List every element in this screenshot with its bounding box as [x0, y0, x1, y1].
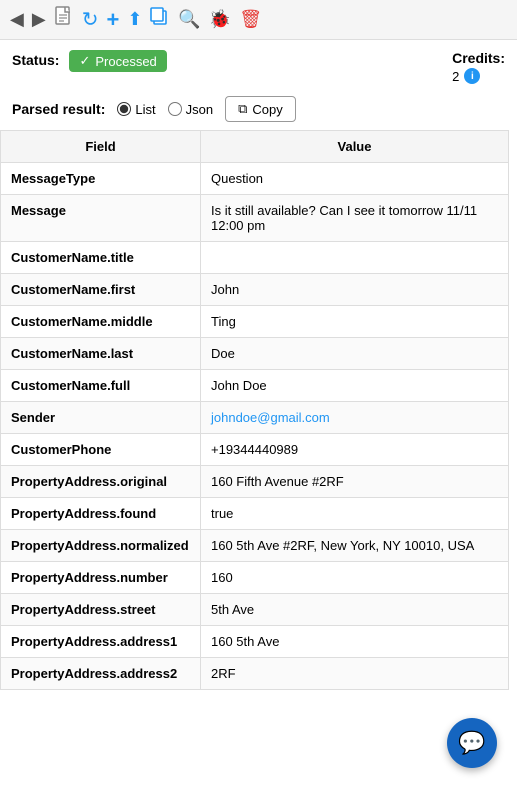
- copy2-icon[interactable]: [150, 7, 170, 32]
- field-cell: CustomerName.full: [1, 370, 201, 402]
- table-row: PropertyAddress.address1160 5th Ave: [1, 626, 509, 658]
- table-row: MessageTypeQuestion: [1, 163, 509, 195]
- value-cell: +19344440989: [201, 434, 509, 466]
- value-cell[interactable]: johndoe@gmail.com: [201, 402, 509, 434]
- copy-btn-label: Copy: [252, 102, 282, 117]
- value-cell: true: [201, 498, 509, 530]
- radio-group: List Json: [117, 102, 213, 117]
- list-radio[interactable]: [117, 102, 131, 116]
- table-row: PropertyAddress.original160 Fifth Avenue…: [1, 466, 509, 498]
- json-radio[interactable]: [168, 102, 182, 116]
- field-cell: Message: [1, 195, 201, 242]
- field-cell: PropertyAddress.address1: [1, 626, 201, 658]
- table-row: PropertyAddress.address22RF: [1, 658, 509, 690]
- upload-icon[interactable]: ⬆: [127, 9, 142, 30]
- chat-fab[interactable]: 💬: [447, 718, 497, 768]
- table-row: PropertyAddress.foundtrue: [1, 498, 509, 530]
- table-row: CustomerName.fullJohn Doe: [1, 370, 509, 402]
- table-row: MessageIs it still available? Can I see …: [1, 195, 509, 242]
- refresh-icon[interactable]: ↻: [82, 7, 99, 32]
- list-radio-label: List: [135, 102, 155, 117]
- bug-icon[interactable]: 🐞: [209, 9, 231, 30]
- value-cell: 5th Ave: [201, 594, 509, 626]
- field-cell: CustomerName.middle: [1, 306, 201, 338]
- json-radio-label: Json: [186, 102, 213, 117]
- table-row: CustomerName.title: [1, 242, 509, 274]
- field-cell: PropertyAddress.street: [1, 594, 201, 626]
- value-cell: Ting: [201, 306, 509, 338]
- value-cell: 160 5th Ave: [201, 626, 509, 658]
- value-cell: John: [201, 274, 509, 306]
- doc-icon[interactable]: [54, 6, 74, 33]
- value-cell: 2RF: [201, 658, 509, 690]
- field-cell: MessageType: [1, 163, 201, 195]
- field-cell: PropertyAddress.normalized: [1, 530, 201, 562]
- parsed-result-row: Parsed result: List Json ⧉ Copy: [0, 90, 517, 130]
- col-value: Value: [201, 131, 509, 163]
- value-cell: Question: [201, 163, 509, 195]
- data-table: Field Value MessageTypeQuestionMessageIs…: [0, 130, 509, 690]
- value-cell: [201, 242, 509, 274]
- table-row: CustomerName.lastDoe: [1, 338, 509, 370]
- value-cell: 160: [201, 562, 509, 594]
- table-row: CustomerName.firstJohn: [1, 274, 509, 306]
- email-link[interactable]: johndoe@gmail.com: [211, 410, 330, 425]
- value-cell: Doe: [201, 338, 509, 370]
- table-row: CustomerName.middleTing: [1, 306, 509, 338]
- field-cell: Sender: [1, 402, 201, 434]
- field-cell: PropertyAddress.found: [1, 498, 201, 530]
- field-cell: PropertyAddress.number: [1, 562, 201, 594]
- field-cell: CustomerName.first: [1, 274, 201, 306]
- field-cell: CustomerName.last: [1, 338, 201, 370]
- search-icon[interactable]: 🔍: [178, 9, 200, 30]
- status-row: Status: ✓ Processed Credits: 2 i: [0, 40, 517, 90]
- table-container: Field Value MessageTypeQuestionMessageIs…: [0, 130, 517, 690]
- table-row: PropertyAddress.street5th Ave: [1, 594, 509, 626]
- value-cell: 160 Fifth Avenue #2RF: [201, 466, 509, 498]
- table-row: PropertyAddress.number160: [1, 562, 509, 594]
- credits-label: Credits:: [452, 50, 505, 66]
- list-radio-option[interactable]: List: [117, 102, 155, 117]
- check-icon: ✓: [79, 53, 90, 69]
- field-cell: PropertyAddress.original: [1, 466, 201, 498]
- add-icon[interactable]: +: [106, 7, 119, 33]
- forward-icon[interactable]: ▶: [32, 9, 46, 30]
- field-cell: CustomerName.title: [1, 242, 201, 274]
- parsed-result-label: Parsed result:: [12, 101, 105, 117]
- chat-icon: 💬: [458, 730, 485, 756]
- credits-section: Credits: 2 i: [452, 50, 505, 84]
- value-cell: 160 5th Ave #2RF, New York, NY 10010, US…: [201, 530, 509, 562]
- toolbar: ◀ ▶ ↻ + ⬆ 🔍 🐞 🗑: [0, 0, 517, 40]
- field-cell: CustomerPhone: [1, 434, 201, 466]
- credits-value-row: 2 i: [452, 68, 505, 84]
- info-icon[interactable]: i: [464, 68, 480, 84]
- status-text: Processed: [95, 54, 156, 69]
- table-row: CustomerPhone+19344440989: [1, 434, 509, 466]
- value-cell: Is it still available? Can I see it tomo…: [201, 195, 509, 242]
- table-row: Sender johndoe@gmail.com: [1, 402, 509, 434]
- back-icon[interactable]: ◀: [10, 9, 24, 30]
- delete-icon[interactable]: 🗑: [239, 9, 262, 30]
- json-radio-option[interactable]: Json: [168, 102, 213, 117]
- copy-button[interactable]: ⧉ Copy: [225, 96, 296, 122]
- value-cell: John Doe: [201, 370, 509, 402]
- credits-number: 2: [452, 69, 459, 84]
- status-badge: ✓ Processed: [69, 50, 166, 72]
- table-row: PropertyAddress.normalized160 5th Ave #2…: [1, 530, 509, 562]
- status-label: Status:: [12, 50, 59, 68]
- copy-btn-icon: ⧉: [238, 101, 247, 117]
- col-field: Field: [1, 131, 201, 163]
- field-cell: PropertyAddress.address2: [1, 658, 201, 690]
